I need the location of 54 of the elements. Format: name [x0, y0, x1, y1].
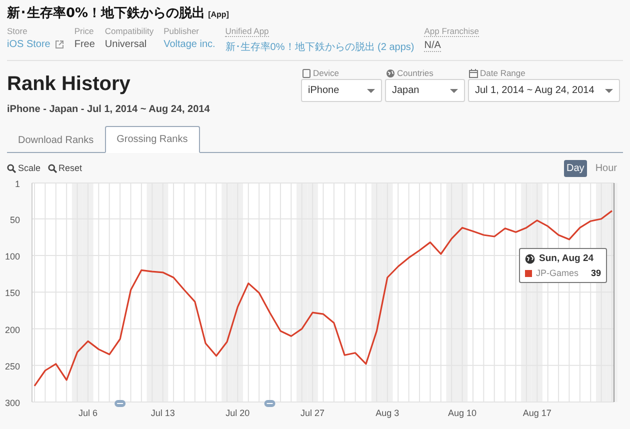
x-axis-label: Jul 20	[226, 408, 250, 418]
filter-label: Countries	[397, 68, 434, 78]
x-axis-label: Jul 13	[150, 408, 175, 418]
app-type-label: [App]	[208, 10, 229, 19]
tab[interactable]: Download Ranks	[7, 128, 105, 153]
y-axis-label: 100	[4, 252, 20, 262]
globe-icon	[525, 254, 535, 264]
meta-label: Store	[7, 26, 28, 36]
meta-label: App Franchise	[424, 26, 480, 37]
y-axis-label: 250	[4, 361, 20, 372]
dropdown[interactable]: iPhone	[301, 79, 382, 102]
y-axis-label: 1	[14, 179, 20, 189]
meta-label: Publisher	[164, 26, 200, 36]
zoom-link[interactable]: Reset	[48, 163, 82, 173]
tab[interactable]: Grossing Ranks	[104, 126, 200, 153]
filter-label: Date Range	[480, 68, 526, 78]
x-axis-label: Jul 27	[300, 408, 325, 418]
meta-label: Price	[74, 26, 94, 36]
magnifier-icon	[7, 164, 16, 172]
x-axis-label: Aug 10	[448, 408, 477, 418]
y-axis-label: 300	[4, 398, 20, 408]
magnifier-icon	[48, 164, 57, 172]
caret-icon	[367, 88, 375, 92]
globe-icon	[386, 68, 395, 78]
zoom-link[interactable]: Scale	[7, 163, 41, 173]
caret-icon	[605, 88, 613, 92]
y-axis-label: 50	[10, 214, 20, 225]
page-title: Rank History	[7, 73, 132, 96]
meta-link[interactable]: 新･生存率0%！地下鉄からの脱出 (2 apps)	[225, 40, 414, 54]
subtitle: iPhone - Japan - Jul 1, 2014 ~ Aug 24, 2014	[7, 104, 210, 115]
series-name: JP-Games	[536, 268, 580, 278]
meta-value: Universal	[104, 39, 147, 50]
meta-label: Unified App	[225, 26, 269, 37]
granularity-button[interactable]: Day	[564, 160, 588, 176]
caret-icon	[450, 88, 458, 92]
granularity-button[interactable]: Hour	[592, 160, 620, 176]
tooltip-date: Sun, Aug 24	[539, 253, 594, 264]
x-axis-label: Jul 6	[78, 408, 98, 418]
dropdown[interactable]: Jul 1, 2014 ~ Aug 24, 2014	[468, 79, 620, 102]
x-axis-label: Aug 3	[376, 408, 400, 418]
meta-link[interactable]: iOS Store	[7, 39, 50, 50]
meta-value: N/A	[424, 40, 441, 52]
meta-link[interactable]: Voltage inc.	[164, 39, 216, 50]
app-title: 新･生存率0%！地下鉄からの脱出	[7, 4, 206, 22]
y-axis-label: 150	[4, 288, 20, 298]
meta-value: Free	[74, 39, 95, 50]
calendar-icon	[469, 68, 478, 78]
x-axis-label: Aug 17	[522, 408, 552, 418]
rank-value: 39	[590, 268, 601, 278]
dropdown[interactable]: Japan	[385, 79, 465, 102]
meta-label: Compatibility	[104, 26, 154, 36]
y-axis-label: 200	[4, 324, 20, 335]
phone-icon	[302, 68, 311, 78]
filter-label: Device	[313, 68, 339, 78]
